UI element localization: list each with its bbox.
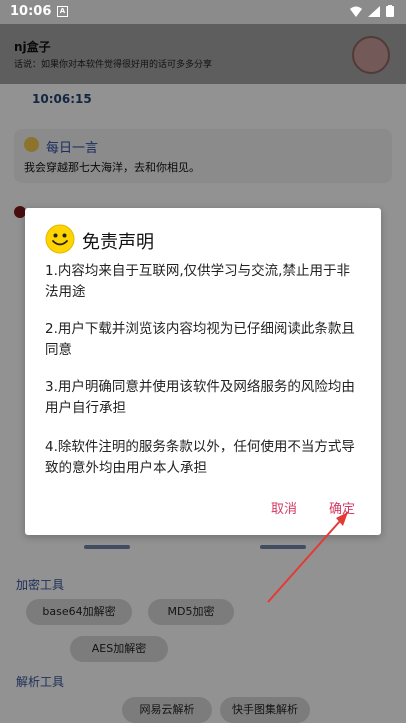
status-time: 10:06 (10, 4, 52, 19)
disclaimer-item: 1.内容均来自于互联网,仅供学习与交流,禁止用于非法用途 (45, 263, 350, 300)
arrow-annotation-icon (267, 511, 349, 603)
smile-icon (45, 224, 75, 254)
disclaimer-dialog: 免责声明 1.内容均来自于互联网,仅供学习与交流,禁止用于非法用途 2.用户下载… (25, 208, 381, 535)
battery-icon (386, 5, 394, 17)
wifi-icon (350, 6, 362, 17)
status-bar: 10:06 A (0, 0, 406, 24)
disclaimer-item: 4.除软件注明的服务条款以外，任何使用不当方式导致的意外均由用户本人承担 (45, 439, 355, 476)
disclaimer-item: 2.用户下载并浏览该内容均视为已仔细阅读此条款且同意 (45, 321, 355, 358)
signal-icon (368, 5, 380, 17)
disclaimer-item: 3.用户明确同意并使用该软件及网络服务的风险均由用户自行承担 (45, 379, 355, 416)
dialog-title: 免责声明 (82, 232, 154, 253)
status-icons (350, 5, 394, 17)
sim-icon: A (57, 6, 68, 17)
